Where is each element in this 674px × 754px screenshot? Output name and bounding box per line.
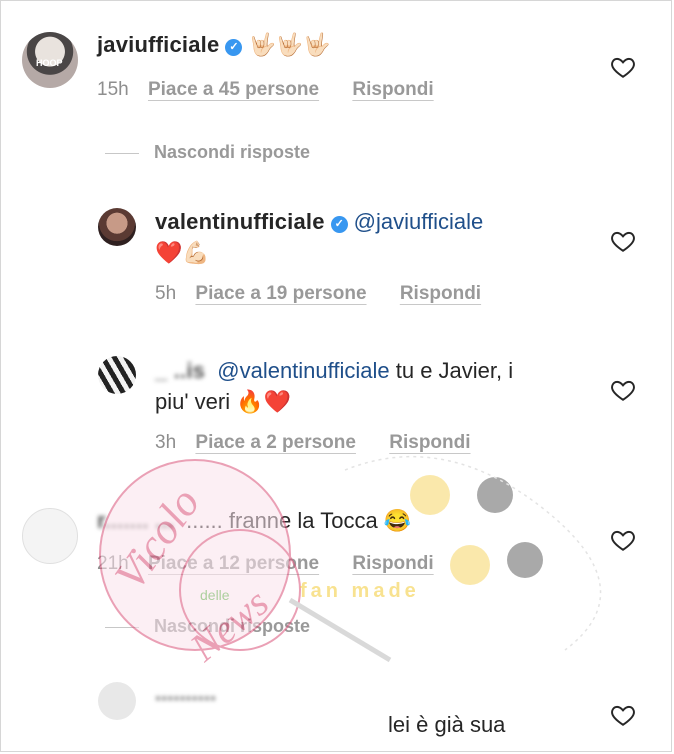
comment-meta: 15h Piace a 45 persone Rispondi [97, 78, 434, 102]
comment-text: ❤️💪🏻 [155, 240, 210, 265]
hide-replies-toggle[interactable]: Nascondi risposte [105, 616, 310, 637]
comment-meta: 21h Piace a 12 persone Rispondi [97, 552, 434, 576]
verified-badge-icon: ✓ [225, 39, 243, 56]
heart-outline-icon[interactable] [610, 527, 636, 553]
mention-link[interactable]: @javiufficiale [354, 209, 484, 234]
hide-replies-label: Nascondi risposte [154, 142, 311, 162]
comment-line: r....... ... ...... franne la Tocca 😂 [97, 506, 411, 536]
likes-count-link[interactable]: Piace a 12 persone [148, 552, 319, 576]
username[interactable]: javiufficiale [97, 32, 219, 57]
comment-text: tu e Javier, i [395, 358, 514, 383]
comment-text: lei è già sua [388, 712, 506, 737]
hide-replies-label: Nascondi risposte [154, 616, 311, 636]
mention-link[interactable]: @valentinufficiale [217, 358, 389, 383]
timestamp: 5h [155, 283, 177, 304]
username[interactable]: r....... ... [97, 508, 174, 533]
verified-badge-icon: ✓ [330, 216, 348, 233]
heart-outline-icon[interactable] [610, 377, 636, 403]
heart-outline-icon[interactable] [610, 54, 636, 80]
timestamp: 15h [97, 79, 129, 100]
avatar[interactable] [98, 356, 136, 394]
likes-count-link[interactable]: Piace a 2 persone [195, 431, 356, 455]
username[interactable]: _ ..is [155, 358, 205, 383]
comment-meta: 3h Piace a 2 persone Rispondi [155, 431, 471, 455]
avatar[interactable] [22, 508, 78, 564]
reply-button[interactable]: Rispondi [352, 78, 433, 102]
comment-text: 🤟🏻🤟🏻🤟🏻 [248, 32, 331, 57]
reply-button[interactable]: Rispondi [352, 552, 433, 576]
comment-line: _ ..is @valentinufficiale tu e Javier, i [155, 356, 513, 386]
heart-outline-icon[interactable] [610, 228, 636, 254]
avatar[interactable] [98, 682, 136, 720]
reply-button[interactable]: Rispondi [400, 282, 481, 306]
hide-replies-toggle[interactable]: Nascondi risposte [105, 142, 310, 163]
divider [105, 626, 139, 628]
timestamp: 21h [97, 553, 129, 574]
avatar[interactable]: HOOP [22, 32, 78, 88]
comment-line: valentinufficiale ✓ @javiufficiale [155, 207, 483, 237]
divider [105, 152, 139, 154]
comment-text-line2: piu' veri 🔥❤️ [155, 389, 292, 414]
reply-button[interactable]: Rispondi [389, 431, 470, 455]
comment-meta: 5h Piace a 19 persone Rispondi [155, 282, 481, 306]
username[interactable]: valentinufficiale [155, 209, 325, 234]
likes-count-link[interactable]: Piace a 19 persone [195, 282, 366, 306]
username[interactable]: .......... [155, 678, 216, 708]
likes-count-link[interactable]: Piace a 45 persone [148, 78, 319, 102]
avatar[interactable] [98, 208, 136, 246]
heart-outline-icon[interactable] [610, 702, 636, 728]
comment-line: javiufficiale ✓ 🤟🏻🤟🏻🤟🏻 [97, 30, 331, 60]
comment-text: ...... franne la Tocca 😂 [186, 508, 412, 533]
timestamp: 3h [155, 432, 177, 453]
